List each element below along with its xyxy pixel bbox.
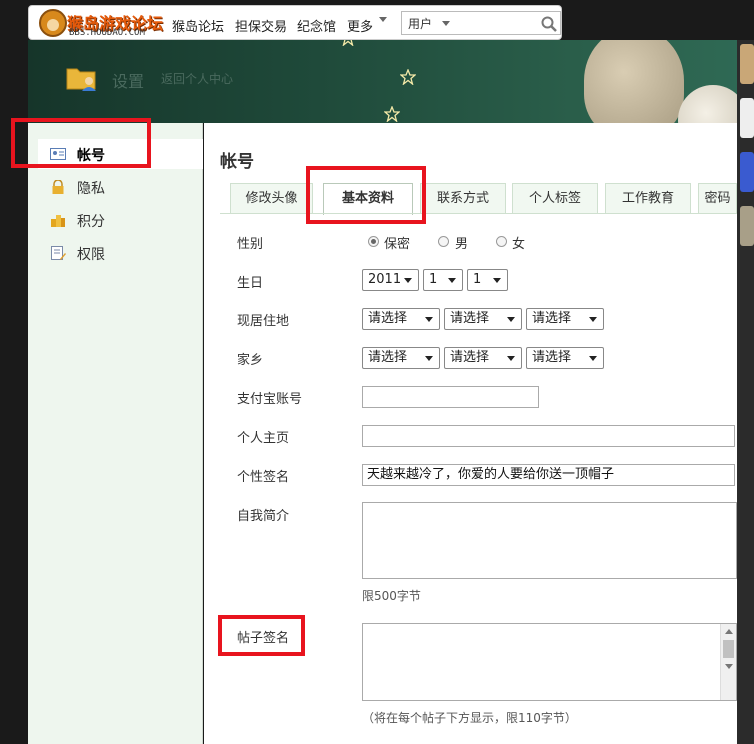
- sidebar-item-label: 权限: [77, 247, 105, 263]
- residence-label: 现居住地: [237, 314, 290, 329]
- top-nav-bar: 猴岛游戏论坛 BBS.HOUDAO.COM 猴岛论坛 担保交易 纪念馆 更多 用…: [28, 5, 562, 40]
- side-thumbnail[interactable]: [740, 206, 754, 246]
- tab-tags[interactable]: 个人标签: [512, 183, 598, 214]
- homepage-label: 个人主页: [237, 431, 290, 446]
- birthday-month-select[interactable]: 1: [423, 269, 463, 291]
- coins-icon: [51, 215, 65, 227]
- homepage-input[interactable]: [362, 425, 735, 447]
- select-value: 请选择: [450, 311, 490, 326]
- chevron-down-icon[interactable]: [442, 21, 450, 26]
- chevron-down-icon: [589, 317, 597, 322]
- hometown-city-select[interactable]: 请选择: [444, 347, 522, 369]
- side-thumbnail[interactable]: [740, 44, 754, 84]
- select-value: 请选择: [532, 311, 572, 326]
- star-decoration-icon: [400, 69, 416, 85]
- highlight-box-basic-info: [306, 166, 426, 224]
- alipay-label: 支付宝账号: [237, 392, 303, 407]
- residence-city-select[interactable]: 请选择: [444, 308, 522, 330]
- tab-divider: [220, 213, 737, 214]
- radio-gender-female[interactable]: [496, 236, 507, 247]
- tab-work-education[interactable]: 工作教育: [605, 183, 691, 214]
- scrollbar-thumb[interactable]: [723, 640, 734, 658]
- hometown-district-select[interactable]: 请选择: [526, 347, 604, 369]
- settings-sidebar: 帐号 隐私 积分 权限: [28, 123, 203, 744]
- scroll-down-icon[interactable]: [725, 664, 733, 669]
- back-to-profile-link[interactable]: 返回个人中心: [161, 70, 233, 87]
- tab-avatar[interactable]: 修改头像: [230, 183, 313, 214]
- tab-contact[interactable]: 联系方式: [420, 183, 506, 214]
- bio-textarea[interactable]: [362, 502, 737, 579]
- sidebar-item-permissions[interactable]: 权限: [38, 238, 203, 268]
- post-signature-textarea[interactable]: [362, 623, 737, 701]
- nav-link-escrow[interactable]: 担保交易: [235, 16, 287, 35]
- lock-icon: [52, 180, 64, 194]
- sidebar-item-label: 积分: [77, 214, 105, 230]
- teddy-bear-decoration: [584, 40, 684, 123]
- nav-link-forum[interactable]: 猴岛论坛: [172, 16, 224, 35]
- select-value: 请选择: [368, 311, 408, 326]
- highlight-box-account: [11, 118, 151, 168]
- scroll-up-icon[interactable]: [725, 629, 733, 634]
- alipay-input[interactable]: [362, 386, 539, 408]
- post-signature-hint: （将在每个帖子下方显示，限110字节）: [362, 711, 577, 725]
- signature-label: 个性签名: [237, 470, 290, 485]
- chevron-down-icon: [425, 317, 433, 322]
- select-value: 请选择: [450, 350, 490, 365]
- highlight-box-post-signature: [218, 615, 305, 656]
- tab-password[interactable]: 密码: [698, 183, 737, 214]
- chevron-down-icon: [425, 356, 433, 361]
- birthday-day-select[interactable]: 1: [467, 269, 508, 291]
- nav-link-more[interactable]: 更多: [347, 16, 373, 35]
- bio-hint: 限500字节: [362, 589, 421, 603]
- search-box[interactable]: 用户: [401, 11, 561, 35]
- birthday-year-select[interactable]: 2011: [362, 269, 419, 291]
- side-thumbnail[interactable]: [740, 98, 754, 138]
- select-value: 2011: [368, 272, 402, 287]
- nav-link-memorial[interactable]: 纪念馆: [297, 16, 336, 35]
- radio-label[interactable]: 女: [512, 233, 525, 252]
- folder-user-icon: [66, 68, 96, 91]
- radio-label[interactable]: 男: [455, 233, 468, 252]
- select-value: 1: [429, 272, 438, 287]
- side-thumbnail[interactable]: [740, 152, 754, 192]
- logo-url: BBS.HOUDAO.COM: [69, 28, 145, 38]
- signature-input[interactable]: 天越来越冷了，你爱的人要给你送一顶帽子: [362, 464, 735, 486]
- radio-gender-secret[interactable]: [368, 236, 379, 247]
- right-edge-strip: [737, 40, 754, 744]
- chevron-down-icon[interactable]: [379, 17, 387, 22]
- residence-province-select[interactable]: 请选择: [362, 308, 440, 330]
- chevron-down-icon: [404, 278, 412, 283]
- section-title: 帐号: [220, 152, 254, 172]
- document-edit-icon: [51, 246, 66, 260]
- monkey-logo-icon: [39, 9, 67, 37]
- star-decoration-icon: [384, 106, 400, 122]
- gender-label: 性别: [237, 237, 264, 252]
- search-icon[interactable]: [540, 15, 558, 33]
- star-decoration-icon: [342, 40, 354, 46]
- sidebar-item-privacy[interactable]: 隐私: [38, 172, 203, 202]
- radio-label[interactable]: 保密: [384, 233, 410, 252]
- residence-district-select[interactable]: 请选择: [526, 308, 604, 330]
- chevron-down-icon: [493, 278, 501, 283]
- chevron-down-icon: [507, 317, 515, 322]
- select-value: 请选择: [532, 350, 572, 365]
- sidebar-item-points[interactable]: 积分: [38, 205, 203, 235]
- hometown-label: 家乡: [237, 353, 264, 368]
- sidebar-item-label: 隐私: [77, 181, 105, 197]
- select-value: 1: [473, 272, 482, 287]
- chevron-down-icon: [589, 356, 597, 361]
- select-value: 请选择: [368, 350, 408, 365]
- search-type-select[interactable]: 用户: [408, 15, 432, 32]
- radio-gender-male[interactable]: [438, 236, 449, 247]
- page-title: 设置: [112, 72, 145, 91]
- chevron-down-icon: [507, 356, 515, 361]
- header-banner: 设置 返回个人中心: [28, 40, 754, 123]
- bio-label: 自我简介: [237, 509, 290, 524]
- site-logo[interactable]: 猴岛游戏论坛 BBS.HOUDAO.COM: [39, 9, 165, 38]
- birthday-label: 生日: [237, 276, 264, 291]
- scrollbar[interactable]: [720, 624, 736, 700]
- chevron-down-icon: [448, 278, 456, 283]
- hometown-province-select[interactable]: 请选择: [362, 347, 440, 369]
